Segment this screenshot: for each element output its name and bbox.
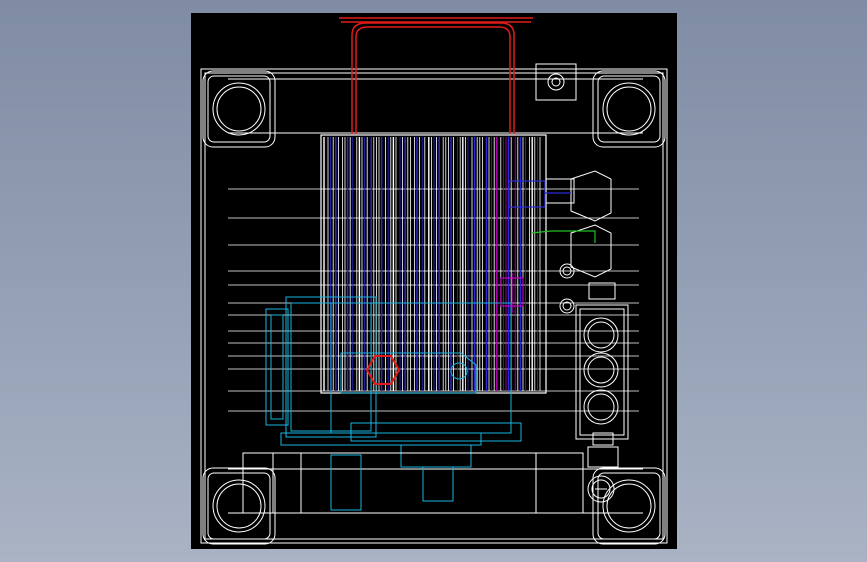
cad-drawing-canvas[interactable]	[191, 13, 677, 549]
lifting-handle	[339, 17, 533, 135]
mounting-pad-top-right	[592, 70, 666, 148]
hydraulic-power-unit-drawing	[200, 17, 668, 545]
hydraulic-pipe	[530, 230, 596, 243]
pressure-gauge	[587, 475, 615, 503]
mounting-pad-top-left	[202, 70, 276, 148]
tank-horizontal-lines	[228, 188, 639, 412]
mounting-pad-bottom-right	[592, 467, 666, 545]
motor-housing	[320, 134, 547, 394]
mounting-pad-bottom-left	[202, 467, 276, 545]
valve-block	[575, 304, 629, 468]
base-tank	[242, 452, 584, 514]
pipe-fittings	[545, 170, 616, 314]
